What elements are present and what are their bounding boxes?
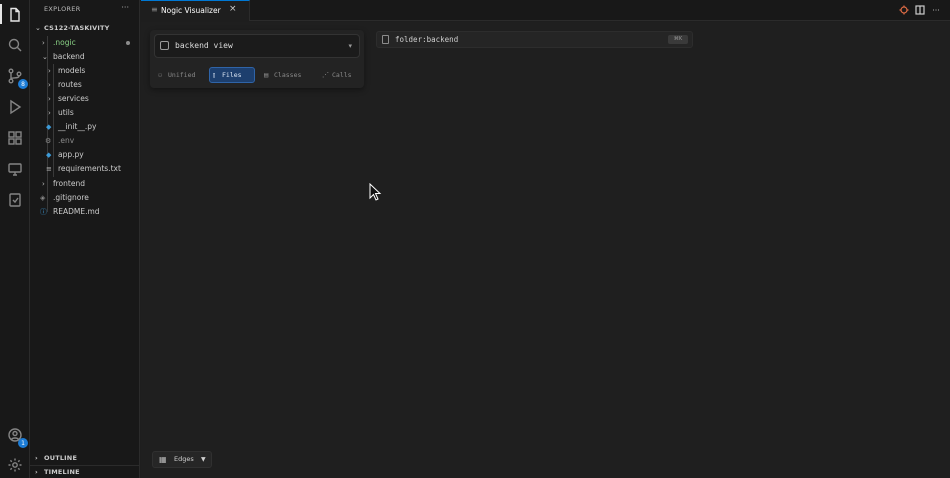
active-indicator bbox=[0, 4, 2, 24]
class-icon: ▤ bbox=[264, 71, 269, 79]
more-actions-icon[interactable]: ··· bbox=[121, 3, 129, 12]
timeline-section[interactable]: › TIMELINE bbox=[30, 465, 140, 478]
view-select[interactable]: backend view ▾ bbox=[154, 34, 360, 58]
remote-icon[interactable] bbox=[5, 159, 25, 179]
unified-icon: ⚇ bbox=[158, 71, 163, 79]
mode-calls-button[interactable]: ⋰ Calls bbox=[320, 67, 358, 83]
files-icon[interactable] bbox=[5, 5, 25, 25]
split-editor-icon[interactable] bbox=[914, 4, 926, 16]
mode-unified-button[interactable]: ⚇ Unified bbox=[156, 67, 204, 83]
edges-dropdown-button[interactable]: ▦ Edges ▼ bbox=[152, 451, 212, 468]
tree-file-readme[interactable]: ⓘ README.md bbox=[30, 205, 140, 219]
layout-icon bbox=[160, 41, 169, 50]
python-file-icon: ◆ bbox=[46, 151, 52, 159]
nogic-logo-icon[interactable] bbox=[898, 4, 910, 16]
account-icon[interactable]: 1 bbox=[5, 425, 28, 448]
chevron-right-icon: › bbox=[42, 39, 45, 47]
chevron-down-icon: ▼ bbox=[201, 456, 206, 463]
chevron-down-icon: ▾ bbox=[348, 42, 352, 50]
search-icon[interactable] bbox=[5, 35, 25, 55]
calls-icon: ⋰ bbox=[322, 71, 329, 79]
visualizer-canvas[interactable] bbox=[141, 22, 950, 478]
modified-dot bbox=[126, 41, 130, 45]
editor-tab-bar: ≡ Nogic Visualizer × ··· bbox=[141, 0, 950, 21]
testing-icon[interactable] bbox=[5, 190, 25, 210]
text-file-icon: ≡ bbox=[46, 165, 52, 173]
chevron-down-icon: ⌄ bbox=[42, 53, 48, 61]
filter-input[interactable] bbox=[395, 33, 635, 46]
tree-file-env[interactable]: ⚙ .env bbox=[30, 134, 140, 148]
tab-nogic-visualizer[interactable]: ≡ Nogic Visualizer × bbox=[141, 0, 250, 21]
account-badge: 1 bbox=[18, 438, 28, 448]
close-icon[interactable]: × bbox=[229, 4, 237, 14]
tree-folder-services[interactable]: › services bbox=[30, 92, 140, 106]
outline-section[interactable]: › OUTLINE bbox=[30, 452, 140, 465]
chevron-right-icon: › bbox=[35, 468, 38, 476]
chevron-right-icon: › bbox=[48, 81, 51, 89]
document-icon bbox=[382, 35, 389, 44]
chevron-right-icon: › bbox=[35, 454, 38, 462]
chevron-right-icon: › bbox=[48, 95, 51, 103]
view-panel: backend view ▾ ⚇ Unified ▯ Files ▤ Class… bbox=[150, 30, 364, 88]
info-file-icon: ⓘ bbox=[40, 208, 47, 216]
tree-folder-frontend[interactable]: › frontend bbox=[30, 177, 140, 191]
chevron-right-icon: › bbox=[48, 67, 51, 75]
source-control-badge: 8 bbox=[18, 79, 28, 89]
gear-file-icon: ⚙ bbox=[45, 137, 52, 145]
activity-bar: 8 1 bbox=[0, 0, 30, 478]
shortcut-hint: ⌘K bbox=[668, 35, 688, 44]
gear-icon[interactable] bbox=[5, 455, 25, 475]
filter-search-box[interactable]: ⌘K bbox=[376, 31, 693, 48]
tree-folder-utils[interactable]: › utils bbox=[30, 106, 140, 120]
chevron-right-icon: › bbox=[42, 180, 45, 188]
tree-folder-backend[interactable]: ⌄ backend bbox=[30, 50, 140, 64]
chevron-right-icon: › bbox=[48, 109, 51, 117]
tree-folder-models[interactable]: › models bbox=[30, 64, 140, 78]
mode-files-button[interactable]: ▯ Files bbox=[209, 67, 255, 83]
python-file-icon: ◆ bbox=[46, 123, 52, 131]
explorer-sidebar: EXPLORER ··· ⌄ CS122-TASKIVITY › .nogic … bbox=[30, 0, 140, 478]
tree-folder-nogic[interactable]: › .nogic bbox=[30, 36, 140, 50]
extensions-icon[interactable] bbox=[5, 128, 25, 148]
edges-icon: ▦ bbox=[159, 455, 167, 464]
visualizer-tab-icon: ≡ bbox=[151, 5, 158, 14]
explorer-root[interactable]: ⌄ CS122-TASKIVITY bbox=[30, 21, 140, 35]
mode-classes-button[interactable]: ▤ Classes bbox=[262, 67, 310, 83]
git-file-icon: ◈ bbox=[40, 194, 46, 202]
source-control-icon[interactable]: 8 bbox=[5, 66, 28, 89]
tree-file-init[interactable]: ◆ __init__.py bbox=[30, 120, 140, 134]
more-actions-icon[interactable]: ··· bbox=[930, 4, 942, 16]
mouse-cursor-icon bbox=[369, 183, 382, 201]
run-debug-icon[interactable] bbox=[5, 97, 25, 117]
tree-file-requirements[interactable]: ≡ requirements.txt bbox=[30, 162, 140, 176]
tree-file-app[interactable]: ◆ app.py bbox=[30, 148, 140, 162]
chevron-down-icon: ⌄ bbox=[35, 24, 41, 32]
tree-file-gitignore[interactable]: ◈ .gitignore bbox=[30, 191, 140, 205]
explorer-title: EXPLORER bbox=[44, 5, 81, 13]
file-icon: ▯ bbox=[212, 71, 217, 79]
tree-folder-routes[interactable]: › routes bbox=[30, 78, 140, 92]
